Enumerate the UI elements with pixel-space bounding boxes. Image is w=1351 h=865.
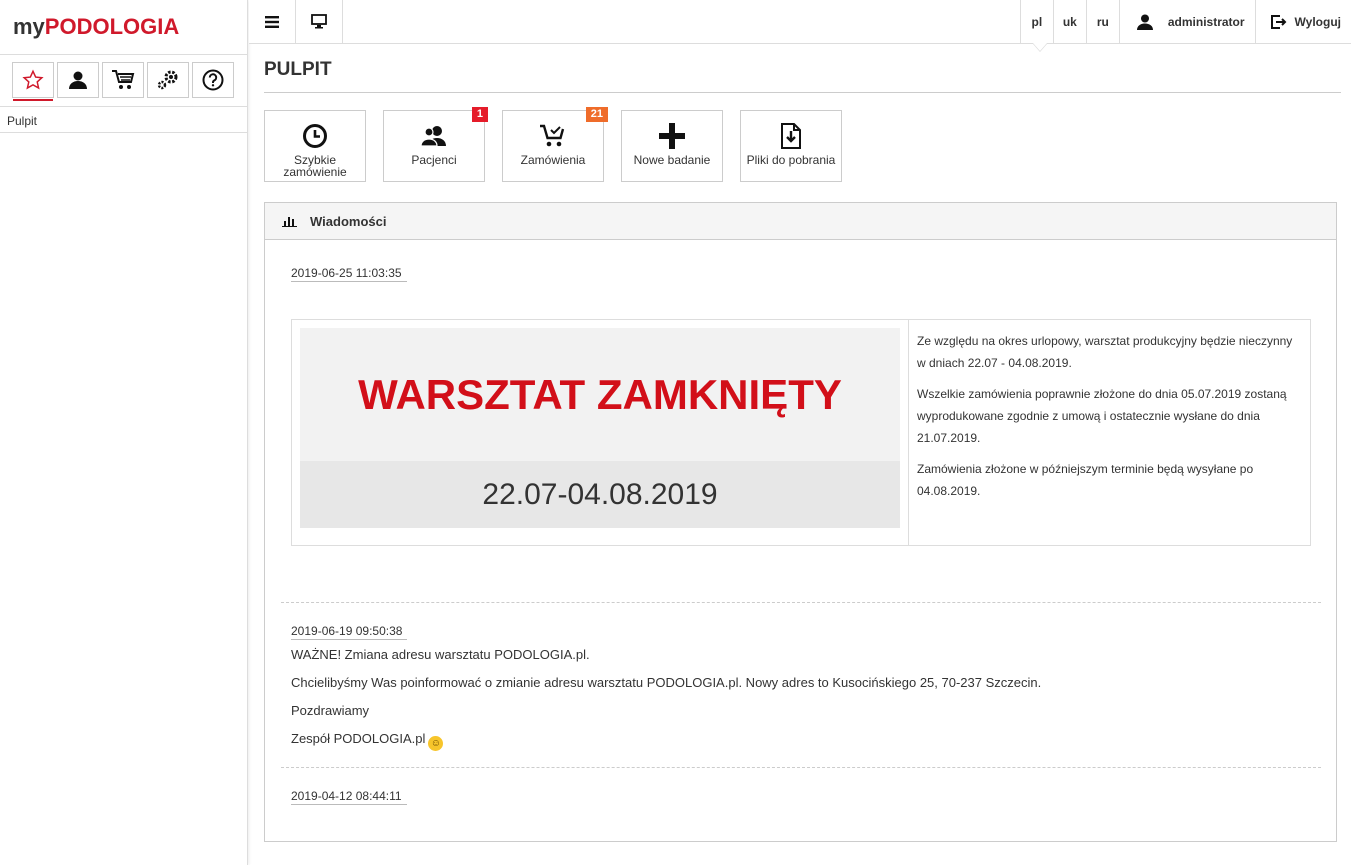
orders-badge: 21 [585, 107, 608, 122]
app-logo[interactable]: myPODOLOGIA [0, 0, 247, 55]
settings-button[interactable] [147, 62, 189, 98]
news-text: Ze względu na okres urlopowy, warsztat p… [909, 320, 1310, 545]
news-date: 2019-06-19 09:50:38 [291, 624, 407, 640]
banner-title: WARSZTAT ZAMKNIĘTY [300, 328, 900, 461]
orders-button[interactable]: 21 Zamówienia [502, 107, 608, 182]
clock-icon [303, 124, 327, 148]
help-button[interactable] [192, 62, 234, 98]
hamburger-icon [265, 15, 279, 28]
main-content: PULPIT Szybkie zamówienie 1 Pacjenci 21 … [264, 44, 1341, 842]
user-icon [1136, 14, 1153, 30]
user-button[interactable] [57, 62, 99, 98]
news-notice: WARSZTAT ZAMKNIĘTY 22.07-04.08.2019 Ze w… [291, 319, 1311, 546]
downloads-button[interactable]: Pliki do pobrania [740, 110, 842, 182]
display-mode-button[interactable] [296, 0, 343, 43]
language-uk[interactable]: uk [1052, 0, 1086, 43]
logout-label: Wyloguj [1294, 14, 1341, 29]
new-exam-label: Nowe badanie [633, 153, 711, 167]
news-paragraph: Zespół PODOLOGIA.pl [291, 731, 426, 746]
smiley-icon: ☺ [428, 736, 444, 751]
news-panel-header: Wiadomości [265, 203, 1336, 240]
news-item: 2019-04-12 08:44:11 [281, 768, 1321, 805]
orders-label: Zamówienia [520, 153, 586, 167]
menu-toggle-button[interactable] [249, 0, 296, 43]
news-paragraph: Wszelkie zamówienia poprawnie złożone do… [917, 387, 1287, 445]
logout-button[interactable]: Wyloguj [1254, 0, 1351, 43]
language-ru[interactable]: ru [1085, 0, 1119, 43]
sidebar-icon-menu [0, 55, 247, 107]
news-item: 2019-06-19 09:50:38 WAŻNE! Zmiana adresu… [281, 603, 1321, 768]
username: administrator [1167, 14, 1245, 29]
quick-order-label: Szybkie zamówienie [283, 153, 347, 179]
quick-order-button[interactable]: Szybkie zamówienie [264, 110, 366, 182]
cart-icon [540, 124, 565, 147]
breadcrumb[interactable]: Pulpit [0, 107, 247, 133]
sidebar: myPODOLOGIA Pulpit [0, 0, 248, 865]
favorites-button[interactable] [12, 62, 54, 101]
monitor-icon [311, 14, 327, 29]
news-paragraph: Zamówienia złożone w późniejszym termini… [917, 462, 1254, 498]
logout-icon [1270, 14, 1286, 29]
news-paragraph: WAŻNE! Zmiana adresu warsztatu PODOLOGIA… [291, 647, 590, 662]
help-icon [202, 69, 224, 91]
news-item: 2019-06-25 11:03:35 WARSZTAT ZAMKNIĘTY 2… [281, 240, 1321, 603]
new-exam-button[interactable]: Nowe badanie [621, 110, 723, 182]
news-title: Wiadomości [310, 213, 387, 229]
user-menu[interactable]: administrator [1118, 0, 1255, 43]
patients-label: Pacjenci [411, 153, 457, 167]
banner-dates: 22.07-04.08.2019 [300, 461, 900, 528]
bar-chart-icon [282, 217, 297, 227]
downloads-label: Pliki do pobrania [746, 153, 836, 167]
news-date: 2019-06-25 11:03:35 [291, 266, 407, 282]
top-bar: pl uk ru administrator Wyloguj [249, 0, 1351, 44]
patients-badge: 1 [471, 107, 488, 122]
news-list: 2019-06-25 11:03:35 WARSZTAT ZAMKNIĘTY 2… [265, 240, 1336, 805]
cart-button[interactable] [102, 62, 144, 98]
workshop-closed-banner: WARSZTAT ZAMKNIĘTY 22.07-04.08.2019 [292, 320, 909, 545]
gears-icon [157, 70, 178, 90]
news-paragraph: Ze względu na okres urlopowy, warsztat p… [917, 334, 1293, 370]
language-pl[interactable]: pl [1019, 0, 1053, 43]
patients-button[interactable]: 1 Pacjenci [383, 107, 488, 182]
user-icon [69, 71, 87, 89]
patients-icon [420, 126, 446, 147]
news-paragraph: Chcielibyśmy Was poinformować o zmianie … [291, 675, 1042, 690]
news-paragraph: Pozdrawiamy [291, 703, 370, 718]
star-icon [22, 69, 44, 90]
page-title: PULPIT [264, 44, 1341, 93]
quick-actions: Szybkie zamówienie 1 Pacjenci 21 Zamówie… [264, 93, 1341, 183]
cart-icon [112, 70, 135, 89]
news-date: 2019-04-12 08:44:11 [291, 789, 407, 805]
plus-icon [659, 123, 685, 149]
news-panel: Wiadomości 2019-06-25 11:03:35 WARSZTAT … [264, 202, 1337, 842]
download-file-icon [781, 123, 801, 149]
